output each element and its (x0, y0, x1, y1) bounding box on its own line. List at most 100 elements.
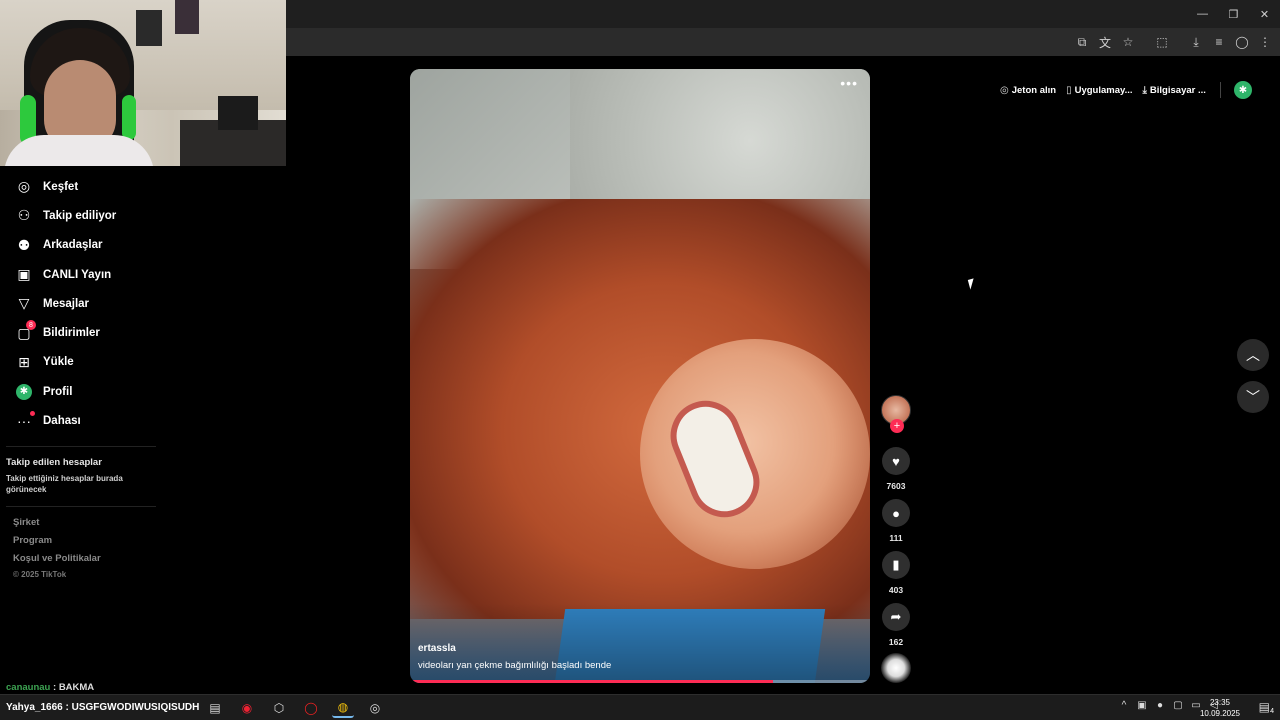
profile-avatar-icon: ✱ (16, 383, 32, 400)
restore-button[interactable]: ❐ (1218, 0, 1249, 28)
footer-link-company[interactable]: Şirket (13, 517, 39, 528)
download-icon: ⤓ (1142, 84, 1147, 96)
compass-icon: ◎ (17, 178, 31, 195)
get-app-button[interactable]: ▯ Uygulamay... (1066, 85, 1132, 96)
coin-icon: ◎ (1000, 84, 1009, 96)
sidebar-item-profile[interactable]: ✱ Profil (0, 377, 160, 406)
get-coins-button[interactable]: ◎ Jeton alın (1000, 85, 1056, 96)
share-icon: ➦ (890, 609, 902, 624)
bookmark-icon: ▮ (892, 557, 900, 572)
stream-chat-line: canaunau : BAKMA (6, 682, 94, 693)
get-coins-label: Jeton alın (1011, 84, 1057, 96)
chevron-up-icon[interactable]: ^ (1118, 700, 1130, 711)
close-button[interactable]: ✕ (1249, 0, 1280, 28)
notifications-icon: ▢ 8 (16, 320, 36, 341)
messages-icon: ▽ (18, 295, 30, 312)
chrome-icon[interactable]: ◍ (332, 698, 354, 718)
chevron-up-icon: ︿ (1246, 347, 1260, 363)
minimize-button[interactable]: — (1187, 0, 1218, 28)
sidebar-item-more[interactable]: ··· Dahası (0, 406, 160, 435)
video-progress-fill (410, 680, 774, 683)
previous-video-button[interactable]: ︿ (1237, 339, 1269, 371)
notification-badge: 8 (26, 320, 36, 331)
comment-button[interactable]: ● (882, 499, 910, 527)
media-icon[interactable]: ≡ (1210, 33, 1228, 51)
video-caption: videoları yan çekme bağımlılığı başladı … (418, 660, 612, 671)
sidebar-item-label: Profil (43, 385, 73, 398)
mouse-cursor-icon (967, 278, 977, 290)
sidebar-nav: ◎ Keşfet ⚇ Takip ediliyor ⚉ Arkadaşlar ▣… (0, 172, 160, 436)
notification-count: 4 (1270, 708, 1274, 715)
like-button[interactable]: ♥ (882, 447, 910, 475)
following-icon: ⚇ (17, 207, 31, 224)
webcam-overlay (0, 0, 286, 166)
upload-icon: ⊞ (18, 353, 30, 370)
chat-message: BAKMA (58, 682, 95, 693)
menu-icon[interactable]: ⋮ (1256, 33, 1274, 51)
sidebar-item-label: Bildirimler (43, 327, 100, 340)
sidebar-item-explore[interactable]: ◎ Keşfet (0, 172, 160, 201)
windows-taskbar: Yahya_1666 : USGFGWODIWUSIQISUDH ▤ ◉ ⬡ ◯… (0, 694, 1280, 720)
music-disc-icon[interactable] (881, 653, 911, 683)
obs-icon[interactable]: ◎ (364, 698, 386, 718)
sidebar-item-label: Dahası (43, 415, 81, 428)
sidebar-item-following[interactable]: ⚇ Takip ediliyor (0, 201, 160, 230)
heart-icon: ♥ (892, 453, 900, 469)
footer-link-program[interactable]: Program (13, 535, 52, 546)
notification-center-icon[interactable]: ▤ (1259, 700, 1270, 714)
profile-icon[interactable]: ◯ (1233, 33, 1251, 51)
download-icon[interactable]: ⤓ (1187, 33, 1205, 51)
footer-link-terms[interactable]: Koşul ve Politikalar (13, 553, 101, 564)
tray-display-icon[interactable]: ▢ (1172, 700, 1184, 711)
browser-titlebar: — ❐ ✕ (286, 0, 1280, 28)
friends-icon: ⚉ (17, 236, 31, 253)
install-icon[interactable]: ⧉ (1073, 33, 1091, 51)
chat-username: canaunau (6, 682, 51, 693)
clock-date: 10.09.2025 (1199, 709, 1241, 718)
next-video-button[interactable]: ﹀ (1237, 381, 1269, 413)
stream-title: Yahya_1666 : USGFGWODIWUSIQISUDH (6, 702, 200, 713)
chat-separator: : (50, 682, 59, 693)
comment-count: 111 (889, 533, 903, 543)
sidebar-item-live[interactable]: ▣ CANLI Yayın (0, 260, 160, 289)
clock[interactable]: 23:35 10.09.2025 (1198, 697, 1242, 719)
browser-toolbar: ⧉ 文 ☆ ⬚ ⤓ ≡ ◯ ⋮ (286, 28, 1280, 56)
video-more-button[interactable]: ••• (840, 75, 858, 91)
video-player[interactable]: ••• ertassla videoları yan çekme bağımlı… (410, 69, 870, 683)
get-app-label: Uygulamay... (1074, 84, 1133, 96)
top-actions-divider (1219, 82, 1221, 98)
tray-app-icon[interactable]: ▣ (1136, 700, 1148, 711)
settings-app-icon[interactable]: ⬡ (268, 698, 290, 718)
sidebar-item-label: Yükle (43, 356, 74, 369)
live-icon: ▣ (17, 266, 31, 283)
share-button[interactable]: ➦ (882, 603, 910, 631)
sidebar-item-upload[interactable]: ⊞ Yükle (0, 348, 160, 377)
sidebar-item-label: Keşfet (43, 180, 79, 193)
window-controls: — ❐ ✕ (1187, 0, 1280, 28)
translate-icon[interactable]: 文 (1096, 33, 1114, 51)
sidebar-item-notifications[interactable]: ▢ 8 Bildirimler (0, 318, 160, 347)
epic-games-icon[interactable]: ▤ (204, 698, 226, 718)
save-button[interactable]: ▮ (882, 551, 910, 579)
app-red-icon[interactable]: ◉ (236, 698, 258, 718)
like-count: 7603 (886, 481, 906, 491)
sidebar-item-label: Takip ediliyor (43, 209, 117, 222)
microphone-icon[interactable]: ● (1154, 700, 1166, 711)
followed-accounts-title: Takip edilen hesaplar (6, 457, 102, 468)
comment-icon: ● (892, 505, 900, 521)
sidebar-item-friends[interactable]: ⚉ Arkadaşlar (0, 231, 160, 260)
follow-button[interactable]: + (890, 419, 904, 433)
extensions-icon[interactable]: ⬚ (1153, 33, 1171, 51)
star-icon[interactable]: ☆ (1119, 33, 1137, 51)
sidebar-item-label: CANLI Yayın (43, 268, 112, 281)
sidebar-item-messages[interactable]: ▽ Mesajlar (0, 289, 160, 318)
sidebar-divider (6, 506, 156, 507)
video-progress-bar[interactable] (410, 680, 870, 683)
sidebar-item-label: Arkadaşlar (43, 239, 103, 252)
sidebar-divider (6, 446, 156, 447)
pc-app-button[interactable]: ⤓ Bilgisayar ... (1143, 85, 1206, 96)
opera-icon[interactable]: ◯ (300, 698, 322, 718)
user-avatar[interactable]: ✱ (1234, 81, 1252, 99)
sidebar-item-label: Mesajlar (43, 297, 90, 310)
video-author[interactable]: ertassla (418, 643, 456, 654)
